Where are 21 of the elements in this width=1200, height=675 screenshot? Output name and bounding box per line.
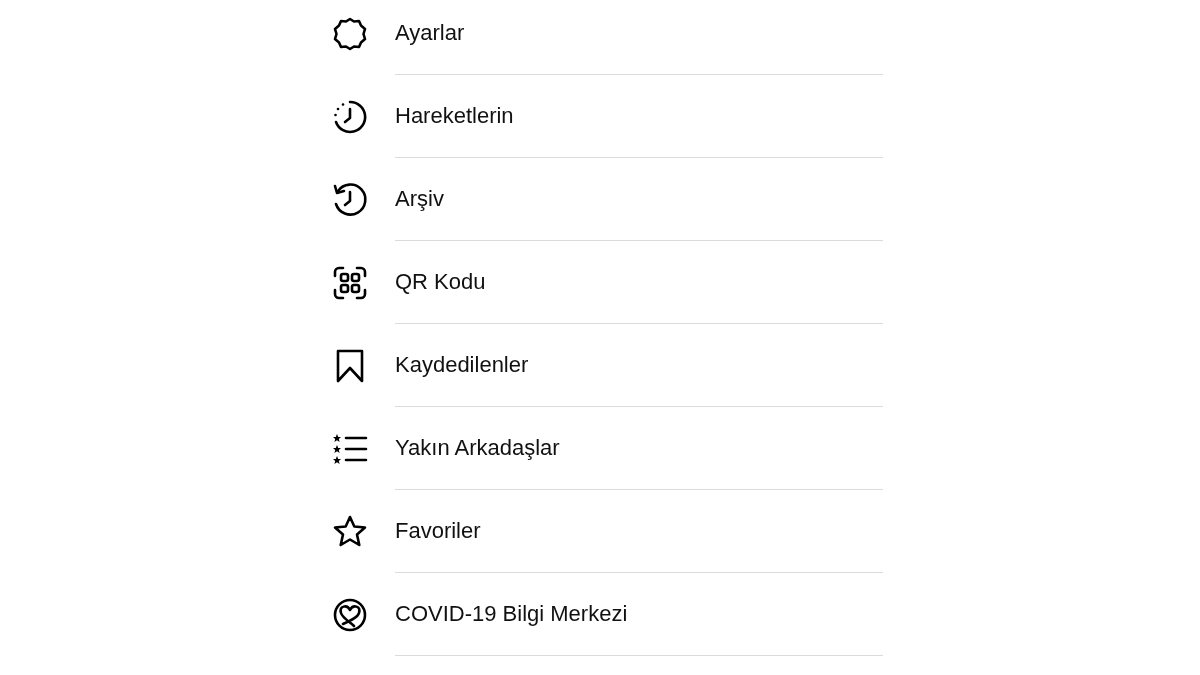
menu-label: Arşiv [395, 186, 444, 212]
menu-item[interactable]: Yakın Arkadaşlar [332, 407, 883, 490]
menu-label: Yakın Arkadaşlar [395, 435, 560, 461]
heart-circle-icon [332, 596, 368, 633]
menu-item[interactable]: QR Kodu [332, 241, 883, 324]
menu-item[interactable]: Hareketlerin [332, 75, 883, 158]
menu-label: Ayarlar [395, 20, 465, 46]
history-icon [332, 181, 368, 218]
menu-item[interactable]: Favoriler [332, 490, 883, 573]
clock-icon [332, 98, 368, 135]
menu-item[interactable]: COVID-19 Bilgi Merkezi [332, 573, 883, 656]
scan-icon [332, 264, 368, 301]
menu-label: Hareketlerin [395, 103, 514, 129]
menu-item[interactable]: Kaydedilenler [332, 324, 883, 407]
menu-item[interactable]: Ayarlar [332, 0, 883, 75]
gear-icon [332, 15, 368, 52]
menu-label: COVID-19 Bilgi Merkezi [395, 601, 628, 627]
menu-label: Kaydedilenler [395, 352, 529, 378]
menu-label: QR Kodu [395, 269, 486, 295]
menu-item[interactable]: Arşiv [332, 158, 883, 241]
menu-label: Favoriler [395, 518, 481, 544]
